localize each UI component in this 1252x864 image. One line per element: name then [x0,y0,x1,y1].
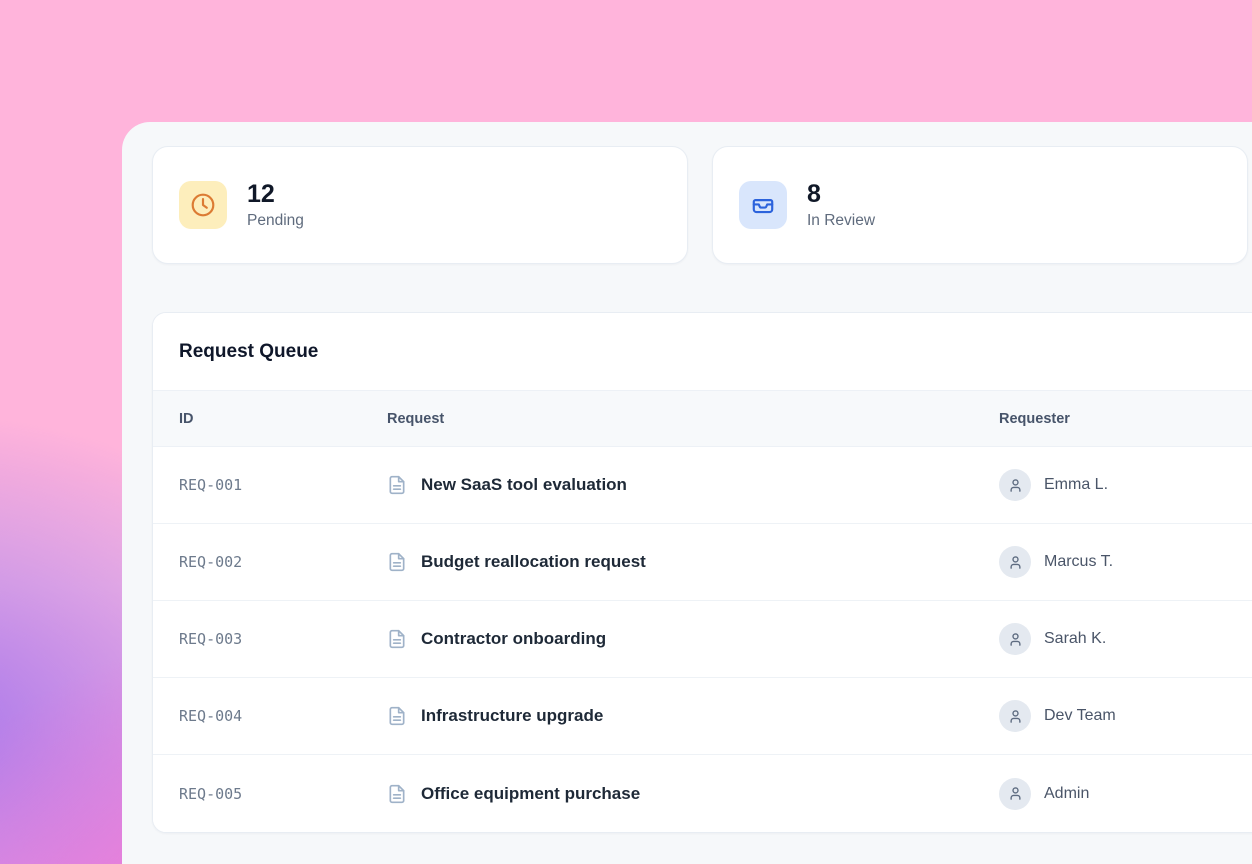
stat-text-in-review: 8 In Review [807,180,875,230]
file-text-icon [387,706,407,726]
user-avatar-icon [999,700,1031,732]
stat-text-pending: 12 Pending [247,180,304,230]
table-row[interactable]: REQ-003 Contractor onboarding [153,601,1252,678]
table-row[interactable]: REQ-004 Infrastructure upgrade [153,678,1252,755]
request-id: REQ-001 [179,476,242,494]
requester-cell: Marcus T. [999,546,1252,578]
request-id-cell: REQ-004 [153,707,387,725]
request-id: REQ-002 [179,553,242,571]
request-id: REQ-003 [179,630,242,648]
request-cell: New SaaS tool evaluation [387,475,999,495]
inbox-icon [739,181,787,229]
dashboard-panel: 12 Pending 8 In Review Request Queue ID … [122,122,1252,864]
requester-name: Marcus T. [1044,553,1113,571]
requester-cell: Dev Team [999,700,1252,732]
column-header-request: Request [387,411,999,427]
table-row[interactable]: REQ-001 New SaaS tool evaluation [153,447,1252,524]
requester-name: Admin [1044,785,1089,803]
request-title: Contractor onboarding [421,629,606,649]
column-header-requester: Requester [999,411,1252,427]
request-id-cell: REQ-005 [153,785,387,803]
user-avatar-icon [999,778,1031,810]
request-id: REQ-005 [179,785,242,803]
request-cell: Office equipment purchase [387,784,999,804]
user-avatar-icon [999,546,1031,578]
table-header-row: ID Request Requester [153,391,1252,447]
requester-cell: Admin [999,778,1252,810]
request-queue-card: Request Queue ID Request Requester REQ-0… [152,312,1252,833]
pending-label: Pending [247,212,304,230]
table-row[interactable]: REQ-002 Budget reallocation request [153,524,1252,601]
in-review-label: In Review [807,212,875,230]
file-text-icon [387,784,407,804]
requester-name: Sarah K. [1044,630,1106,648]
requester-cell: Sarah K. [999,623,1252,655]
file-text-icon [387,629,407,649]
clock-icon [179,181,227,229]
stat-card-in-review: 8 In Review [712,146,1248,264]
requester-name: Emma L. [1044,476,1108,494]
file-text-icon [387,552,407,572]
table-title: Request Queue [153,313,1252,391]
user-avatar-icon [999,469,1031,501]
request-id: REQ-004 [179,707,242,725]
stats-row: 12 Pending 8 In Review [152,146,1252,264]
request-title: Office equipment purchase [421,784,640,804]
column-header-id: ID [153,411,387,427]
request-cell: Budget reallocation request [387,552,999,572]
user-avatar-icon [999,623,1031,655]
pending-count: 12 [247,180,304,209]
request-cell: Infrastructure upgrade [387,706,999,726]
request-id-cell: REQ-001 [153,476,387,494]
request-id-cell: REQ-003 [153,630,387,648]
requester-name: Dev Team [1044,707,1116,725]
file-text-icon [387,475,407,495]
request-title: New SaaS tool evaluation [421,475,627,495]
request-title: Budget reallocation request [421,552,646,572]
request-cell: Contractor onboarding [387,629,999,649]
requester-cell: Emma L. [999,469,1252,501]
stat-card-pending: 12 Pending [152,146,688,264]
request-id-cell: REQ-002 [153,553,387,571]
table-row[interactable]: REQ-005 Office equipment purchase [153,755,1252,832]
request-title: Infrastructure upgrade [421,706,603,726]
in-review-count: 8 [807,180,875,209]
